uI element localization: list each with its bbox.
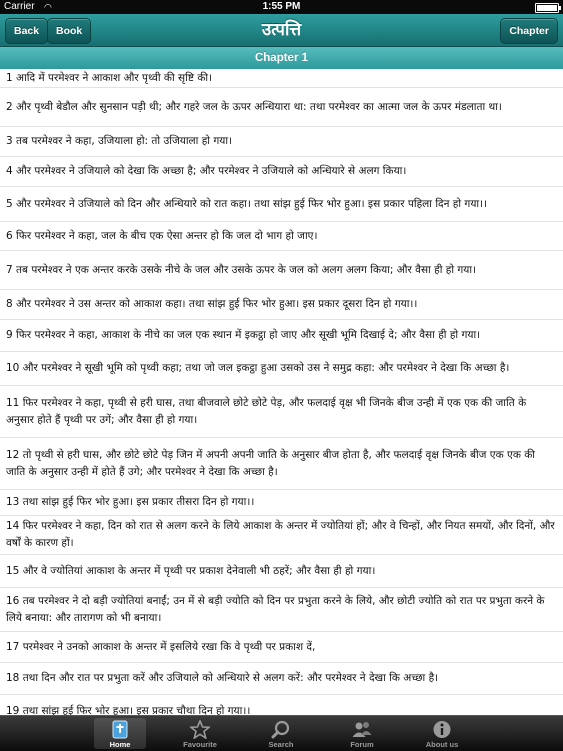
tab-label: Favourite xyxy=(183,740,217,749)
magnifier-icon xyxy=(271,720,290,739)
chapter-header: Chapter 1 xyxy=(0,47,563,69)
verse-row[interactable]: 16 तब परमेश्वर ने दो बड़ी ज्योतियां बनाई… xyxy=(0,588,563,632)
battery-level xyxy=(537,5,557,11)
verse-row[interactable]: 12 तो पृथ्वी से हरी घास, और छोटे छोटे पे… xyxy=(0,438,563,490)
verse-row[interactable]: 8 और परमेश्वर ने उस अन्तर को आकाश कहा। त… xyxy=(0,290,563,320)
verse-text: 16 तब परमेश्वर ने दो बड़ी ज्योतियां बनाई… xyxy=(6,594,545,624)
verse-text: 19 तथा सांझ हुई फिर भोर हुआ। इस प्रकार च… xyxy=(6,705,251,715)
verse-text: 17 परमेश्वर ने उनको आकाश के अन्तर में इस… xyxy=(6,640,316,653)
book-icon xyxy=(112,720,128,739)
verse-text: 8 और परमेश्वर ने उस अन्तर को आकाश कहा। त… xyxy=(6,298,418,310)
tab-label: Search xyxy=(268,740,294,749)
verse-row[interactable]: 3 तब परमेश्वर ने कहा, उजियाला हो: तो उजि… xyxy=(0,127,563,157)
tab-forum[interactable]: Forum xyxy=(336,718,388,749)
verse-row[interactable]: 14 फिर परमेश्वर ने कहा, दिन को रात से अल… xyxy=(0,516,563,555)
verse-row[interactable]: 9 फिर परमेश्वर ने कहा, आकाश के नीचे का ज… xyxy=(0,320,563,352)
verse-list[interactable]: 1 आदि में परमेश्वर ने आकाश और पृथ्वी की … xyxy=(0,69,563,715)
verse-row[interactable]: 18 तथा दिन और रात पर प्रभुता करें और उजि… xyxy=(0,663,563,695)
verse-text: 5 और परमेश्वर ने उजियाले को दिन और अन्धि… xyxy=(6,197,488,210)
tab-label: Forum xyxy=(350,740,374,749)
verse-row[interactable]: 6 फिर परमेश्वर ने कहा, जल के बीच एक ऐसा … xyxy=(0,222,563,251)
verse-text: 10 और परमेश्वर ने सूखी भूमि को पृथ्वी कह… xyxy=(6,362,510,374)
tab-favourite[interactable]: Favourite xyxy=(174,718,226,749)
status-time: 1:55 PM xyxy=(262,1,301,12)
verse-row[interactable]: 10 और परमेश्वर ने सूखी भूमि को पृथ्वी कह… xyxy=(0,352,563,386)
people-icon xyxy=(352,722,372,737)
book-button[interactable]: Book xyxy=(47,18,92,44)
verse-row[interactable]: 5 और परमेश्वर ने उजियाले को दिन और अन्धि… xyxy=(0,187,563,222)
verse-row[interactable]: 19 तथा सांझ हुई फिर भोर हुआ। इस प्रकार च… xyxy=(0,695,563,715)
verse-text: 6 फिर परमेश्वर ने कहा, जल के बीच एक ऐसा … xyxy=(6,229,318,242)
verse-text: 13 तथा सांझ हुई फिर भोर हुआ। इस प्रकार त… xyxy=(6,496,255,508)
verse-row[interactable]: 4 और परमेश्वर ने उजियाले को देखा कि अच्छ… xyxy=(0,157,563,187)
tab-search[interactable]: Search xyxy=(255,718,307,749)
chapter-button[interactable]: Chapter xyxy=(500,18,558,44)
verse-text: 1 आदि में परमेश्वर ने आकाश और पृथ्वी की … xyxy=(6,71,213,84)
verse-text: 9 फिर परमेश्वर ने कहा, आकाश के नीचे का ज… xyxy=(6,329,481,341)
tab-about-us[interactable]: About us xyxy=(416,718,468,749)
verse-row[interactable]: 7 तब परमेश्वर ने एक अन्तर करके उसके नीचे… xyxy=(0,251,563,290)
verse-text: 2 और पृथ्वी बेडौल और सुनसान पड़ी थी; और … xyxy=(6,100,502,113)
tab-label: About us xyxy=(425,740,459,749)
verse-text: 15 और वे ज्योतियां आकाश के अन्तर में पृथ… xyxy=(6,564,376,577)
verse-row[interactable]: 1 आदि में परमेश्वर ने आकाश और पृथ्वी की … xyxy=(0,69,563,88)
verse-text: 11 फिर परमेश्वर ने कहा, पृथ्वी से हरी घा… xyxy=(6,396,527,426)
star-icon xyxy=(190,720,210,739)
tab-home[interactable]: Home xyxy=(94,718,146,749)
verse-row[interactable]: 13 तथा सांझ हुई फिर भोर हुआ। इस प्रकार त… xyxy=(0,490,563,516)
battery-icon xyxy=(535,3,561,13)
verse-row[interactable]: 17 परमेश्वर ने उनको आकाश के अन्तर में इस… xyxy=(0,632,563,663)
verse-text: 14 फिर परमेश्वर ने कहा, दिन को रात से अल… xyxy=(6,520,555,549)
verse-text: 12 तो पृथ्वी से हरी घास, और छोटे छोटे पे… xyxy=(6,448,536,478)
verse-text: 18 तथा दिन और रात पर प्रभुता करें और उजि… xyxy=(6,672,439,684)
verse-row[interactable]: 11 फिर परमेश्वर ने कहा, पृथ्वी से हरी घा… xyxy=(0,386,563,438)
status-bar: Carrier ◠ 1:55 PM xyxy=(0,0,563,14)
verse-text: 4 और परमेश्वर ने उजियाले को देखा कि अच्छ… xyxy=(6,165,407,177)
back-button[interactable]: Back xyxy=(5,18,49,44)
tab-bar: Home Favourite Search Forum About us xyxy=(0,715,563,751)
info-icon xyxy=(433,721,451,738)
verse-row[interactable]: 15 और वे ज्योतियां आकाश के अन्तर में पृथ… xyxy=(0,555,563,588)
verse-row[interactable]: 2 और पृथ्वी बेडौल और सुनसान पड़ी थी; और … xyxy=(0,88,563,127)
verse-text: 3 तब परमेश्वर ने कहा, उजियाला हो: तो उजि… xyxy=(6,135,233,147)
verse-text: 7 तब परमेश्वर ने एक अन्तर करके उसके नीचे… xyxy=(6,263,477,276)
tab-label: Home xyxy=(109,740,131,749)
navigation-bar: उत्पत्ति Back Book Chapter xyxy=(0,14,563,47)
